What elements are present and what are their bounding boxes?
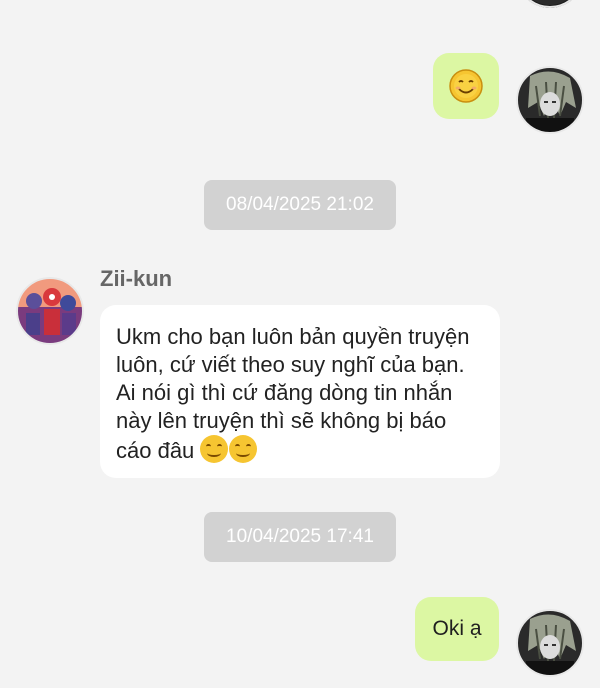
my-avatar-partial[interactable]	[516, 0, 584, 8]
message-line: Ai nói gì thì cứ đăng dòng tin nhắn	[116, 380, 453, 405]
message-line: Ukm cho bạn luôn bản quyền truyện	[116, 324, 470, 349]
outgoing-message-bubble[interactable]: Oki ạ	[415, 597, 499, 661]
message-line-text: cáo đâu	[116, 438, 195, 463]
outgoing-message-text: Oki ạ	[432, 617, 482, 640]
my-avatar[interactable]	[516, 609, 584, 677]
smiling-face-emoji-icon	[229, 435, 258, 463]
message-line: luôn, cứ viết theo suy nghĩ của bạn.	[116, 352, 465, 377]
message-line: này lên truyện thì sẽ không bị báo	[116, 408, 447, 433]
timestamp-divider: 10/04/2025 17:41	[204, 512, 396, 562]
smiling-face-icon	[449, 69, 483, 103]
message-line-last: cáo đâu	[116, 435, 484, 465]
outgoing-message-sticker[interactable]	[433, 53, 499, 119]
sender-name: Zii-kun	[100, 266, 173, 291]
sender-avatar[interactable]	[16, 277, 84, 345]
timestamp-divider: 08/04/2025 21:02	[204, 180, 396, 230]
incoming-message-bubble[interactable]: Ukm cho bạn luôn bản quyền truyện luôn, …	[100, 305, 500, 478]
my-avatar[interactable]	[516, 66, 584, 134]
smiling-face-emoji-icon	[200, 435, 229, 463]
